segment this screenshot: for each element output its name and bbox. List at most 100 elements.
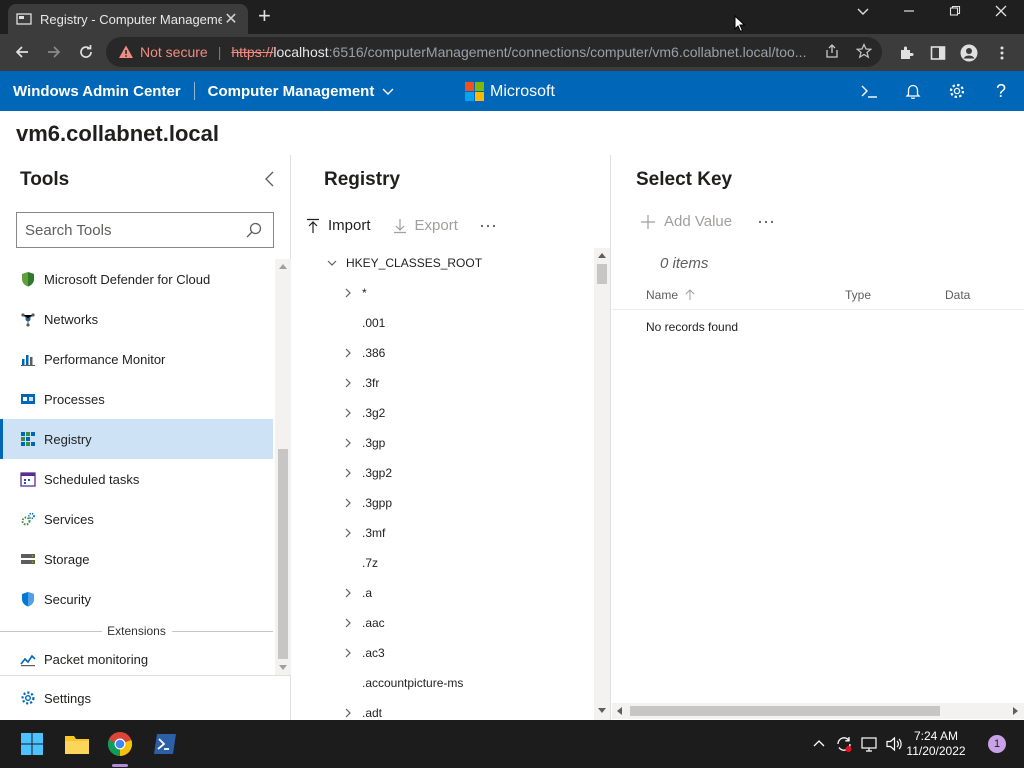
chevron-right-icon[interactable] — [342, 647, 354, 659]
tab-search-icon[interactable] — [840, 4, 886, 26]
sync-icon[interactable] — [834, 734, 854, 754]
import-button[interactable]: Import — [306, 217, 371, 234]
chevron-right-icon[interactable] — [342, 437, 354, 449]
help-icon[interactable]: ? — [989, 79, 1013, 103]
scroll-down-icon[interactable] — [279, 665, 287, 671]
tree-node[interactable]: .aac — [292, 608, 594, 638]
tree-node[interactable]: .3gpp — [292, 488, 594, 518]
scroll-up-icon[interactable] — [598, 252, 606, 258]
reload-icon[interactable] — [70, 36, 102, 68]
tree-node[interactable]: .accountpicture-ms — [292, 668, 594, 698]
chevron-down-icon[interactable] — [326, 257, 338, 269]
column-header-name[interactable]: Name — [646, 288, 695, 302]
tree-node[interactable]: .3gp2 — [292, 458, 594, 488]
powershell-icon[interactable] — [149, 728, 181, 760]
chevron-right-icon[interactable] — [342, 617, 354, 629]
address-bar[interactable]: Not secure | https:// localhost :6516/co… — [106, 37, 882, 67]
tree-node[interactable]: .3fr — [292, 368, 594, 398]
tree-node-label: .a — [362, 586, 373, 600]
chevron-right-icon[interactable] — [342, 407, 354, 419]
chevron-down-icon[interactable] — [382, 85, 394, 97]
settings-gear-icon[interactable] — [945, 79, 969, 103]
tool-item-defender[interactable]: Microsoft Defender for Cloud — [0, 259, 273, 299]
restore-icon[interactable] — [932, 4, 978, 26]
browser-menu-icon[interactable] — [991, 42, 1013, 64]
tree-node[interactable]: .3gp — [292, 428, 594, 458]
back-icon[interactable] — [6, 36, 38, 68]
powershell-prompt-icon[interactable] — [857, 79, 881, 103]
notification-badge[interactable]: 1 — [988, 735, 1006, 753]
more-actions-button[interactable] — [480, 224, 504, 228]
tree-node[interactable]: .386 — [292, 338, 594, 368]
tree-node[interactable]: .7z — [292, 548, 594, 578]
browser-tab[interactable]: Registry - Computer Management ✕ — [8, 4, 248, 34]
not-secure-label[interactable]: Not secure — [140, 44, 208, 60]
horizontal-scrollbar[interactable] — [612, 703, 1024, 719]
profile-icon[interactable] — [958, 42, 980, 64]
column-header-type[interactable]: Type — [845, 288, 871, 302]
scroll-right-icon[interactable] — [1013, 707, 1019, 715]
scroll-thumb[interactable] — [278, 449, 288, 659]
tool-item-networks[interactable]: Networks — [0, 299, 273, 339]
bookmark-star-icon[interactable] — [855, 43, 873, 62]
notifications-bell-icon[interactable] — [901, 79, 925, 103]
app-switcher[interactable]: Computer Management — [208, 83, 375, 100]
share-icon[interactable] — [824, 43, 840, 62]
taskbar-clock[interactable]: 7:24 AM 11/20/2022 — [905, 729, 967, 759]
chevron-right-icon[interactable] — [342, 287, 354, 299]
column-header-data[interactable]: Data — [945, 288, 970, 302]
close-window-icon[interactable] — [978, 4, 1024, 26]
tool-item-processes[interactable]: Processes — [0, 379, 273, 419]
minimize-icon[interactable] — [886, 4, 932, 26]
tray-overflow-chevron-icon[interactable] — [809, 734, 829, 754]
chrome-icon[interactable] — [104, 728, 136, 767]
tree-node[interactable]: .adt — [292, 698, 594, 720]
collapse-chevron-left-icon[interactable] — [260, 169, 280, 189]
extensions-puzzle-icon[interactable] — [895, 42, 917, 64]
registry-scrollbar[interactable] — [594, 248, 610, 720]
tree-node[interactable]: .3g2 — [292, 398, 594, 428]
tree-node[interactable]: .a — [292, 578, 594, 608]
tool-item-registry[interactable]: Registry — [0, 419, 273, 459]
scroll-thumb[interactable] — [597, 264, 607, 284]
side-panel-icon[interactable] — [927, 42, 949, 64]
tree-node[interactable]: .001 — [292, 308, 594, 338]
tools-scrollbar[interactable] — [275, 259, 291, 675]
tool-item-packet-monitoring[interactable]: Packet monitoring — [0, 639, 273, 675]
ellipsis-icon[interactable] — [758, 220, 774, 224]
add-value-button[interactable]: Add Value — [664, 213, 732, 230]
scroll-up-icon[interactable] — [279, 263, 287, 269]
settings-item[interactable]: Settings — [0, 675, 291, 720]
chevron-right-icon[interactable] — [342, 467, 354, 479]
scroll-thumb[interactable] — [630, 706, 940, 716]
chevron-right-icon[interactable] — [342, 587, 354, 599]
tree-node[interactable]: .3mf — [292, 518, 594, 548]
tool-item-storage[interactable]: Storage — [0, 539, 273, 579]
chevron-right-icon[interactable] — [342, 527, 354, 539]
product-title[interactable]: Windows Admin Center — [13, 83, 181, 100]
tool-item-security[interactable]: Security — [0, 579, 273, 619]
chevron-right-icon[interactable] — [342, 377, 354, 389]
chevron-right-icon[interactable] — [342, 347, 354, 359]
tool-item-scheduled-tasks[interactable]: Scheduled tasks — [0, 459, 273, 499]
scroll-down-icon[interactable] — [598, 708, 606, 714]
start-windows-icon[interactable] — [16, 728, 48, 760]
tool-item-performance-monitor[interactable]: Performance Monitor — [0, 339, 273, 379]
chevron-right-icon[interactable] — [342, 707, 354, 719]
network-display-icon[interactable] — [860, 734, 880, 754]
volume-icon[interactable] — [885, 734, 905, 754]
scroll-left-icon[interactable] — [616, 707, 622, 715]
export-button[interactable]: Export — [393, 217, 458, 234]
tree-node[interactable]: * — [292, 278, 594, 308]
tree-node-root[interactable]: HKEY_CLASSES_ROOT — [292, 248, 594, 278]
search-icon[interactable] — [245, 221, 263, 239]
file-explorer-icon[interactable] — [61, 728, 93, 760]
chevron-right-icon[interactable] — [342, 497, 354, 509]
warning-icon[interactable] — [118, 44, 134, 60]
forward-icon[interactable] — [38, 36, 70, 68]
new-tab-icon[interactable]: + — [258, 5, 271, 27]
search-tools-input[interactable]: Search Tools — [16, 212, 274, 248]
tool-item-services[interactable]: Services — [0, 499, 273, 539]
tree-node[interactable]: .ac3 — [292, 638, 594, 668]
tab-close-icon[interactable]: ✕ — [222, 9, 240, 29]
